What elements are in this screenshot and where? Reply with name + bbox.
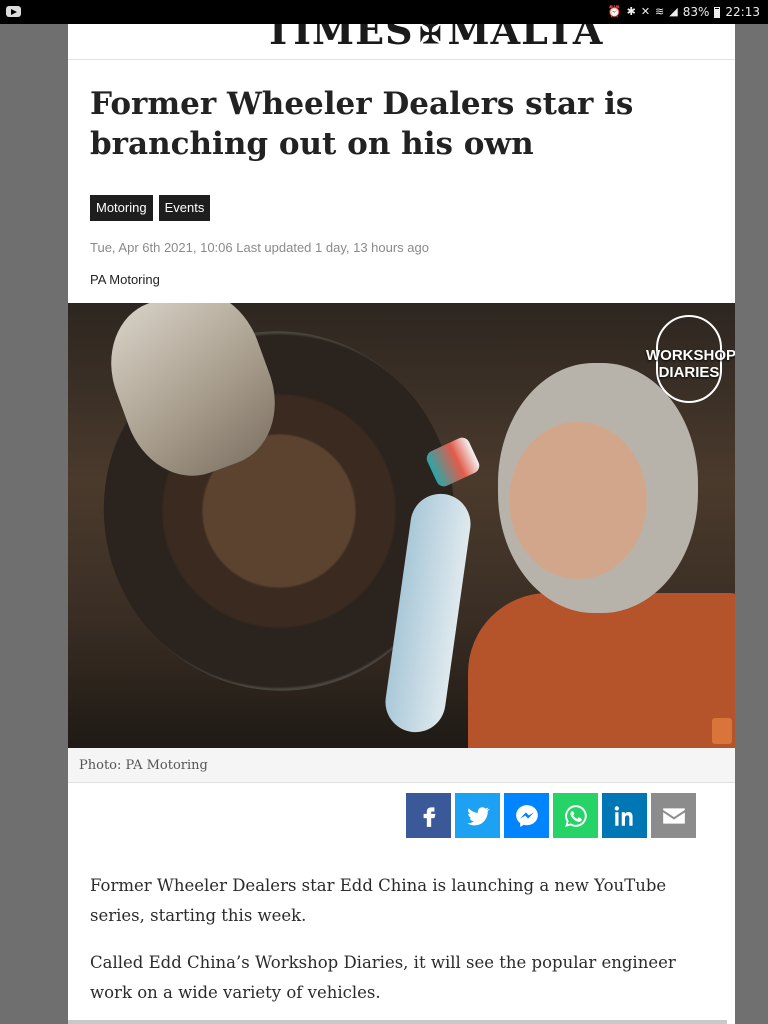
hero-photo[interactable]: WORKSHOP DIARIES xyxy=(68,303,735,748)
share-buttons xyxy=(406,793,696,838)
twitter-icon xyxy=(466,806,490,825)
bottom-divider xyxy=(68,1020,727,1024)
bluetooth-icon: ✱ xyxy=(626,5,636,18)
messenger-icon xyxy=(515,804,538,827)
left-margin xyxy=(0,24,68,1024)
battery-icon xyxy=(714,6,721,18)
logo-text-right: MALTA xyxy=(447,24,604,53)
photo-shirt xyxy=(468,593,735,748)
messenger-share-button[interactable] xyxy=(504,793,549,838)
facebook-icon xyxy=(423,806,435,827)
email-icon xyxy=(662,807,685,824)
clock: 22:13 xyxy=(725,5,760,19)
article-paragraph: Former Wheeler Dealers star Edd China is… xyxy=(90,876,667,925)
wifi-icon: ≋ xyxy=(655,5,665,18)
site-logo[interactable]: TIMES MALTA xyxy=(264,24,604,53)
article-title: Former Wheeler Dealers star is branching… xyxy=(90,86,634,162)
article-page: TIMES MALTA Former Wheeler Dealers star … xyxy=(68,24,735,1024)
article-tags: Motoring Events xyxy=(90,195,211,221)
youtube-notification-icon xyxy=(6,6,21,17)
alarm-icon: ⏰ xyxy=(607,5,622,18)
email-share-button[interactable] xyxy=(651,793,696,838)
whatsapp-icon xyxy=(564,804,587,827)
badge-label: WORKSHOP DIARIES xyxy=(646,347,735,381)
tag-events[interactable]: Events xyxy=(158,195,211,221)
facebook-share-button[interactable] xyxy=(406,793,451,838)
tag-motoring[interactable]: Motoring xyxy=(90,195,153,221)
status-bar: ⏰ ✱ ✕ ≋ ◢ 83% 22:13 xyxy=(0,0,768,24)
maltese-cross-icon xyxy=(420,24,443,50)
logo-text-left: TIMES xyxy=(264,24,414,53)
right-margin xyxy=(735,24,768,1024)
battery-percent: 83% xyxy=(682,5,710,19)
article-byline[interactable]: PA Motoring xyxy=(90,272,160,287)
photo-caption: Photo: PA Motoring xyxy=(68,748,735,783)
mute-icon: ✕ xyxy=(640,5,651,18)
linkedin-share-button[interactable] xyxy=(602,793,647,838)
masthead: TIMES MALTA xyxy=(68,24,735,60)
status-icons: ⏰ ✱ ✕ ≋ ◢ 83% 22:13 xyxy=(608,4,760,20)
linkedin-icon xyxy=(614,805,633,826)
channel-logo-icon xyxy=(712,718,732,744)
article-paragraph: Called Edd China’s Workshop Diaries, it … xyxy=(90,953,676,1002)
whatsapp-share-button[interactable] xyxy=(553,793,598,838)
twitter-share-button[interactable] xyxy=(455,793,500,838)
article-dateline: Tue, Apr 6th 2021, 10:06 Last updated 1 … xyxy=(90,240,429,255)
workshop-diaries-logo: WORKSHOP DIARIES xyxy=(646,309,735,404)
signal-icon: ◢ xyxy=(669,5,678,18)
